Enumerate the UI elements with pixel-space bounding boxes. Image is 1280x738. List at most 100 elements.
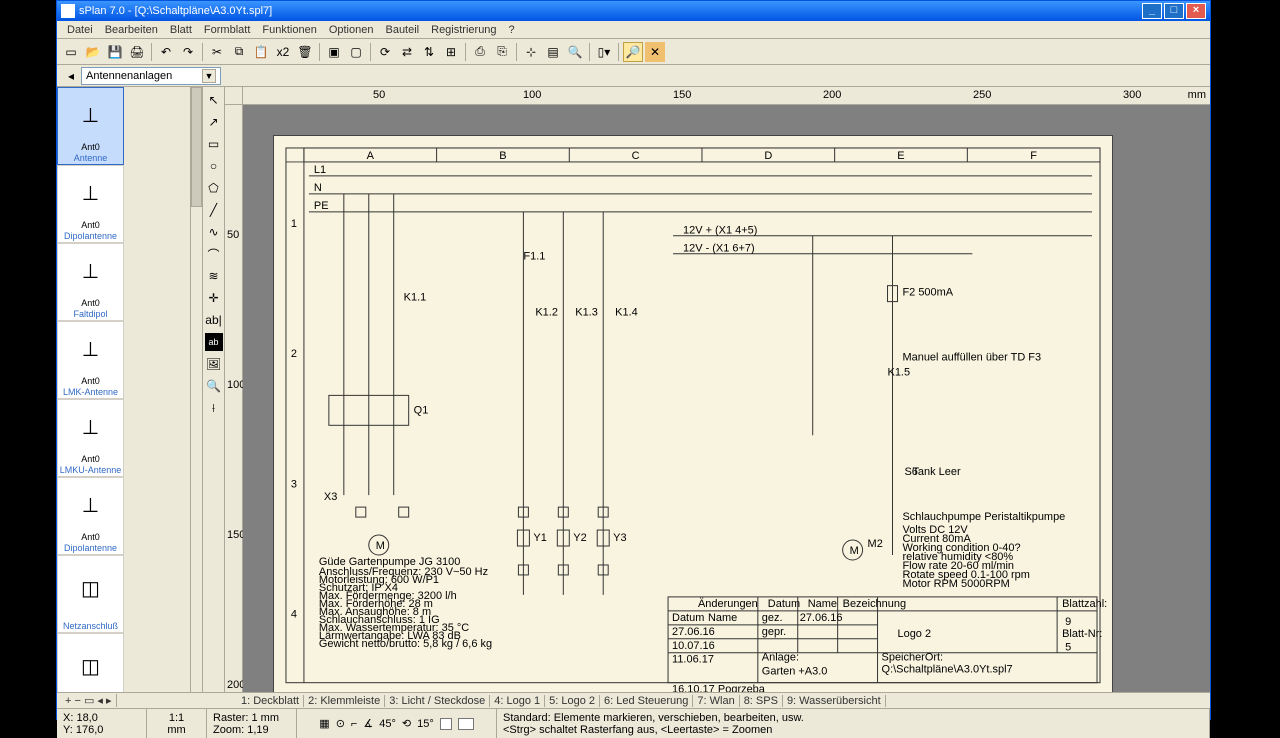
mirror-v-icon[interactable]: ⇅ [419, 42, 439, 62]
freehand-icon[interactable]: ≋ [205, 267, 223, 285]
print-icon[interactable]: 🖨 [127, 42, 147, 62]
save-icon[interactable]: 💾 [105, 42, 125, 62]
menu-registrierung[interactable]: Registrierung [425, 24, 502, 36]
menu-formblatt[interactable]: Formblatt [198, 24, 256, 36]
tab-8[interactable]: 8: SPS [740, 695, 783, 707]
group-icon[interactable]: ⊞ [441, 42, 461, 62]
symbol-icon: ⊥ [82, 478, 99, 532]
tab-7[interactable]: 7: Wlan [693, 695, 739, 707]
ruler-horizontal: 50100150200250300 mm [225, 87, 1210, 105]
menu-bauteil[interactable]: Bauteil [379, 24, 425, 36]
tab-6[interactable]: 6: Led Steuerung [600, 695, 693, 707]
svg-text:2: 2 [291, 348, 297, 360]
list-icon[interactable]: ▤ [543, 42, 563, 62]
symbol-antenne[interactable]: ⊥Ant0Antenne [57, 87, 124, 165]
dup-icon[interactable]: x2 [273, 42, 293, 62]
canvas[interactable]: ABCDEF1234L1NPE12V + (X1 4+5)12V - (X1 6… [243, 105, 1210, 692]
tab-9[interactable]: 9: Wasserübersicht [783, 695, 886, 707]
tab-3[interactable]: 3: Licht / Steckdose [385, 695, 490, 707]
line-icon[interactable]: ╱ [205, 201, 223, 219]
mirror-h-icon[interactable]: ⇄ [397, 42, 417, 62]
print2-icon[interactable]: ⎙ [470, 42, 490, 62]
status-angle1: 45° [379, 718, 396, 730]
menu-blatt[interactable]: Blatt [164, 24, 198, 36]
symbol-code: Ant0 [81, 298, 100, 308]
angle1-icon[interactable]: ∡ [363, 717, 373, 730]
maximize-button[interactable]: □ [1164, 3, 1184, 19]
menu-?[interactable]: ? [503, 24, 521, 36]
lib-prev-icon[interactable]: ◂ [61, 66, 81, 86]
tab-2[interactable]: 2: Klemmleiste [304, 695, 385, 707]
snap2-icon[interactable]: ⊙ [336, 717, 345, 730]
node-icon[interactable]: ✛ [205, 289, 223, 307]
svg-text:Änderungen: Änderungen [698, 598, 758, 610]
svg-text:10.07.16: 10.07.16 [672, 640, 715, 652]
symbol-label: LMK-Antenne [58, 386, 123, 398]
undo-icon[interactable]: ↶ [156, 42, 176, 62]
cursor2-icon[interactable]: ↗ [205, 113, 223, 131]
paste-icon[interactable]: 📋 [251, 42, 271, 62]
svg-text:M: M [376, 540, 385, 552]
image-icon[interactable]: 🖼 [205, 355, 223, 373]
tab-5[interactable]: 5: Logo 2 [545, 695, 600, 707]
curve-icon[interactable]: ⌒ [205, 245, 223, 263]
svg-text:12V + (X1 4+5): 12V + (X1 4+5) [683, 225, 757, 237]
rotate-icon[interactable]: ⟳ [375, 42, 395, 62]
magnify-icon[interactable]: 🔍 [205, 377, 223, 395]
symbol-lmku-antenne[interactable]: ⊥Ant0LMKU-Antenne [57, 399, 124, 477]
delete-icon[interactable]: 🗑 [295, 42, 315, 62]
close-button[interactable]: × [1186, 3, 1206, 19]
menu-bearbeiten[interactable]: Bearbeiten [99, 24, 164, 36]
zoom-icon[interactable]: 🔎 [623, 42, 643, 62]
find-icon[interactable]: 🔍 [565, 42, 585, 62]
library-select[interactable]: Antennenanlagen ▼ [81, 67, 221, 85]
rect-icon[interactable]: ▭ [205, 135, 223, 153]
grid-icon[interactable]: ▦ [319, 717, 329, 730]
text-icon[interactable]: ab| [205, 311, 223, 329]
ortho-icon[interactable]: ⌐ [351, 718, 357, 730]
angle2-icon[interactable]: ⟲ [402, 717, 411, 730]
front-icon[interactable]: ▣ [324, 42, 344, 62]
symbol-netzanschluß[interactable]: ◫Netzanschluß [57, 555, 124, 633]
tab-1[interactable]: 1: Deckblatt [237, 695, 304, 707]
bezier-icon[interactable]: ∿ [205, 223, 223, 241]
svg-text:gez.: gez. [762, 612, 783, 624]
menu-datei[interactable]: Datei [61, 24, 99, 36]
redo-icon[interactable]: ↷ [178, 42, 198, 62]
new-icon[interactable]: ▭ [61, 42, 81, 62]
symbol-dipolantenne[interactable]: ⊥Ant0Dipolantenne [57, 477, 124, 555]
svg-text:5: 5 [1065, 642, 1071, 654]
minimize-button[interactable]: _ [1142, 3, 1162, 19]
ruler-unit: mm [1188, 89, 1206, 101]
symbol-faltdipol[interactable]: ⊥Ant0Faltdipol [57, 243, 124, 321]
swatch1-icon[interactable] [440, 718, 452, 730]
textbox-icon[interactable]: ab [205, 333, 223, 351]
pointer-icon[interactable]: ↖ [205, 91, 223, 109]
dropdown-icon[interactable]: ▼ [202, 69, 216, 83]
open-icon[interactable]: 📂 [83, 42, 103, 62]
help-icon[interactable]: ✕ [645, 42, 665, 62]
swatch2-icon[interactable] [458, 718, 474, 730]
symbol-stabilisiereinr.[interactable]: ◫Stabilisiereinr. [57, 633, 124, 692]
snap-icon[interactable]: ⊹ [521, 42, 541, 62]
copy-icon[interactable]: ⧉ [229, 42, 249, 62]
symbol-dipolantenne[interactable]: ⊥Ant0Dipolantenne [57, 165, 124, 243]
menu-optionen[interactable]: Optionen [323, 24, 380, 36]
page-icon[interactable]: ▯▾ [594, 42, 614, 62]
back-icon[interactable]: ▢ [346, 42, 366, 62]
menu-funktionen[interactable]: Funktionen [256, 24, 322, 36]
palette-controls[interactable]: + − ▭ ◂ ▸ [61, 694, 117, 707]
palette-scrollbar[interactable] [190, 87, 202, 692]
svg-text:Y2: Y2 [573, 532, 586, 544]
symbol-lmk-antenne[interactable]: ⊥Ant0LMK-Antenne [57, 321, 124, 399]
svg-text:D: D [764, 150, 772, 162]
tab-4[interactable]: 4: Logo 1 [490, 695, 545, 707]
symbol-code: Ant0 [81, 376, 100, 386]
poly-icon[interactable]: ⬠ [205, 179, 223, 197]
svg-text:4: 4 [291, 609, 297, 621]
export-icon[interactable]: ⎘ [492, 42, 512, 62]
circle-icon[interactable]: ○ [205, 157, 223, 175]
svg-text:Tank Leer: Tank Leer [912, 466, 961, 478]
cut-icon[interactable]: ✂ [207, 42, 227, 62]
measure-icon[interactable]: ⟊ [205, 399, 223, 417]
